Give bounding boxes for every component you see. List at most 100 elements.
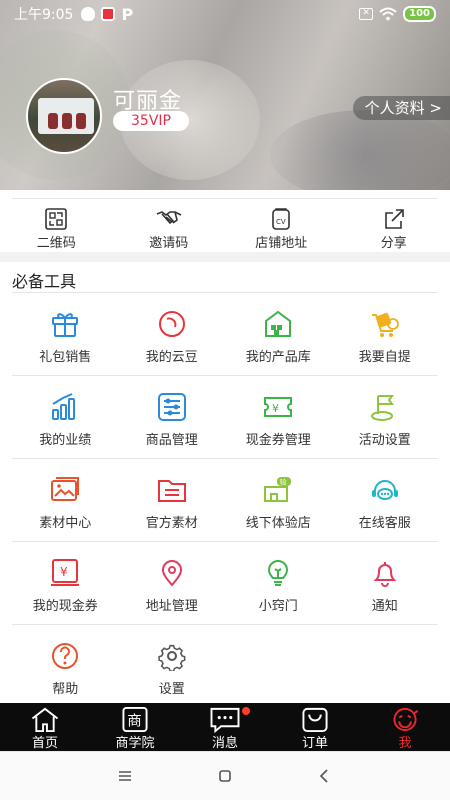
tool-label: 活动设置 (358, 433, 411, 448)
sim-icon: ✕ (359, 8, 374, 20)
tool-tips[interactable]: 小窍门 (225, 542, 332, 624)
order-bag-icon (302, 707, 328, 733)
quick-tool-label: 分享 (380, 236, 407, 251)
nav-orders[interactable]: 订单 (270, 703, 360, 751)
image-icon (51, 477, 80, 501)
tool-label: 设置 (158, 682, 185, 697)
tool-label: 线下体验店 (245, 516, 311, 531)
tool-label: 地址管理 (145, 599, 198, 614)
tool-label: 我要自提 (358, 350, 411, 365)
tool-offline-experience-store[interactable]: 验 线下体验店 (225, 459, 332, 541)
coupon-icon: ¥ (51, 559, 80, 586)
tool-label: 小窍门 (258, 599, 298, 614)
vip-badge: 35VIP (113, 111, 189, 131)
status-time: 上午9:05 (14, 7, 74, 23)
bar-chart-icon (52, 393, 76, 420)
tool-activity-settings[interactable]: 活动设置 (332, 376, 439, 458)
quick-tools-panel: 二维码 邀请码 CV 店铺地址 分享 (0, 190, 450, 252)
nav-messages[interactable]: 消息 (180, 703, 270, 751)
tool-self-pickup[interactable]: 我要自提 (332, 293, 439, 375)
divider (12, 198, 438, 199)
p-notification-icon: P (121, 4, 134, 24)
tools-row: ¥ 我的现金券 地址管理 小窍门 通知 (12, 542, 438, 625)
menu-icon[interactable] (115, 766, 135, 786)
tool-label: 帮助 (52, 682, 79, 697)
section-title: 必备工具 (12, 272, 77, 291)
nav-home[interactable]: 首页 (0, 703, 90, 751)
tools-row: 帮助 设置 (12, 625, 438, 708)
wifi-icon (379, 7, 397, 21)
bell-icon (373, 562, 397, 587)
svg-text:¥: ¥ (272, 402, 279, 415)
flag-icon (370, 395, 394, 421)
tool-my-performance[interactable]: 我的业绩 (12, 376, 119, 458)
tools-row: 素材中心 官方素材 验 线下体验店 在线客服 (12, 459, 438, 542)
tools-row: 我的业绩 商品管理 ¥ 现金券管理 活动设置 (12, 376, 438, 459)
bean-icon (158, 311, 185, 337)
tool-label: 在线客服 (358, 516, 411, 531)
avatar-photo (38, 98, 94, 134)
quick-tool-qrcode[interactable]: 二维码 (0, 208, 113, 251)
nav-label: 消息 (211, 736, 238, 751)
location-pin-icon (161, 560, 182, 587)
help-icon (52, 643, 79, 669)
tool-notifications[interactable]: 通知 (332, 542, 439, 624)
quick-tool-invite-code[interactable]: 邀请码 (113, 208, 226, 251)
tool-cash-coupon-management[interactable]: ¥ 现金券管理 (225, 376, 332, 458)
bg-blur (270, 110, 450, 190)
bottom-nav: 首页 商 商学院 消息 订单 我 (0, 703, 450, 751)
tool-my-cloud-beans[interactable]: 我的云豆 (119, 293, 226, 375)
cart-pickup-icon (371, 312, 399, 337)
profile-link-button[interactable]: 个人资料 > (352, 96, 450, 120)
svg-text:CV: CV (276, 218, 286, 226)
system-nav-bar (0, 751, 450, 800)
home-square-icon[interactable] (215, 766, 235, 786)
share-icon (384, 209, 404, 229)
tool-label: 我的现金券 (32, 599, 98, 614)
tool-help[interactable]: 帮助 (12, 625, 119, 708)
app-root: 上午9:05 P ✕ 100 可丽金 35VIP 个人资料 > 二维码 邀请码 … (0, 0, 450, 800)
tool-material-center[interactable]: 素材中心 (12, 459, 119, 541)
tools-row: 礼包销售 我的云豆 我的产品库 我要自提 (12, 293, 438, 376)
quick-tool-share[interactable]: 分享 (338, 208, 450, 251)
tool-label: 我的云豆 (145, 350, 198, 365)
shop-cv-icon: CV (272, 208, 291, 230)
status-right: ✕ 100 (359, 6, 436, 22)
nav-label: 商学院 (115, 736, 155, 751)
academy-icon: 商 (122, 706, 148, 733)
tool-online-customer-service[interactable]: 在线客服 (332, 459, 439, 541)
tool-label: 官方素材 (145, 516, 198, 531)
folder-list-icon (157, 480, 186, 502)
shield-icon (81, 7, 96, 21)
tool-settings[interactable]: 设置 (119, 625, 226, 708)
tool-label: 我的业绩 (39, 433, 92, 448)
unread-badge (242, 707, 250, 715)
me-face-icon (393, 707, 419, 732)
gift-icon (52, 313, 79, 337)
quick-tool-label: 二维码 (36, 236, 76, 251)
avatar[interactable] (26, 78, 102, 154)
tool-address-management[interactable]: 地址管理 (119, 542, 226, 624)
svg-text:验: 验 (280, 478, 287, 487)
tool-my-product-library[interactable]: 我的产品库 (225, 293, 332, 375)
essential-tools-section: 必备工具 礼包销售 我的云豆 我的产品库 我要自提 我的业绩 商品管理 ¥ 现金… (0, 262, 450, 703)
message-icon (210, 707, 240, 733)
nav-me[interactable]: 我 (360, 703, 450, 751)
tool-label: 我的产品库 (245, 350, 311, 365)
nav-academy[interactable]: 商 商学院 (90, 703, 180, 751)
nav-label: 首页 (31, 736, 58, 751)
tool-label: 通知 (371, 599, 398, 614)
handshake-icon (156, 211, 182, 225)
tool-my-cash-coupons[interactable]: ¥ 我的现金券 (12, 542, 119, 624)
back-icon[interactable] (315, 766, 335, 786)
tool-label: 现金券管理 (245, 433, 311, 448)
avatar-detail (62, 113, 72, 129)
tool-product-management[interactable]: 商品管理 (119, 376, 226, 458)
tool-official-material[interactable]: 官方素材 (119, 459, 226, 541)
tool-gift-sale[interactable]: 礼包销售 (12, 293, 119, 375)
warehouse-icon (265, 310, 292, 337)
sliders-icon (157, 393, 186, 421)
nav-label: 我 (398, 736, 412, 751)
battery-icon: 100 (403, 6, 436, 22)
quick-tool-shop-address[interactable]: CV 店铺地址 (225, 208, 338, 251)
